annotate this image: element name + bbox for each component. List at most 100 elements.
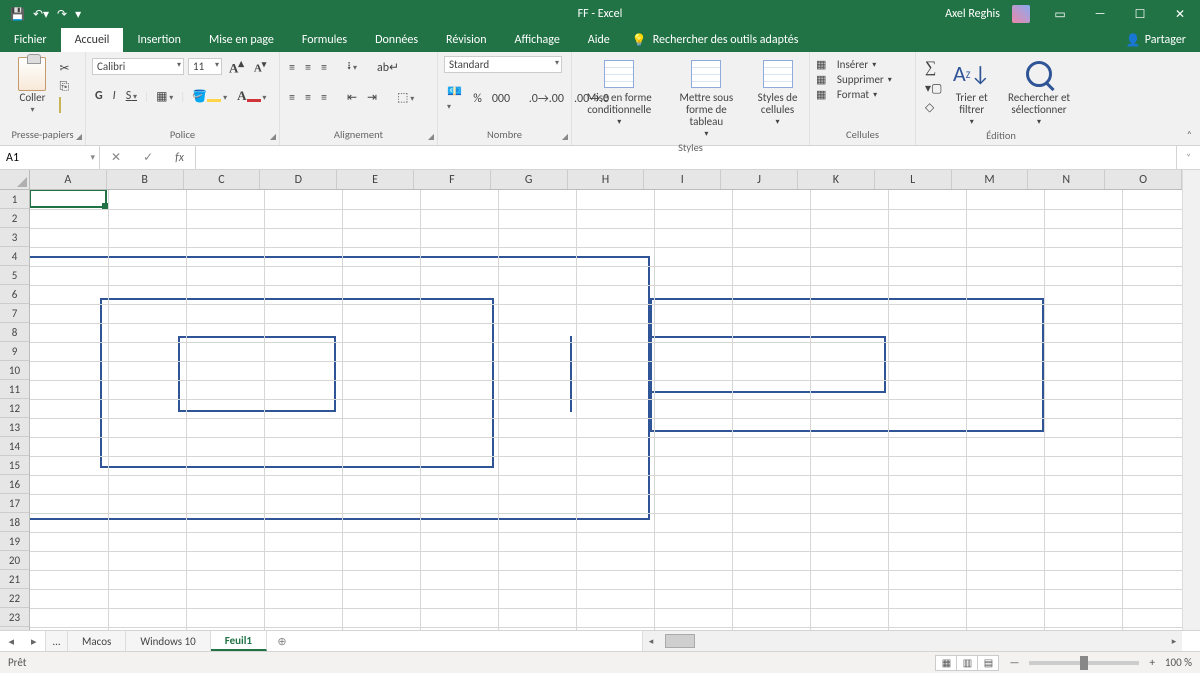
minimize-button[interactable]: —: [1080, 0, 1120, 28]
align-middle-icon[interactable]: ≡: [302, 60, 314, 76]
sheet-next-icon[interactable]: ▸: [31, 635, 37, 648]
sheet-tab-macos[interactable]: Macos: [68, 631, 126, 651]
accounting-format-icon[interactable]: 💶: [444, 83, 466, 114]
zoom-out-icon[interactable]: —: [1009, 656, 1019, 669]
insert-cells-button[interactable]: ▦ Insérer ▾: [816, 58, 876, 71]
fill-icon[interactable]: ▾▢: [922, 80, 945, 97]
ribbon-options-icon[interactable]: ▭: [1040, 0, 1080, 28]
scroll-left-icon[interactable]: ◂: [643, 636, 659, 647]
zoom-in-icon[interactable]: +: [1149, 656, 1154, 669]
copy-icon[interactable]: [56, 79, 72, 95]
page-layout-view-icon[interactable]: ▥: [956, 655, 978, 671]
column-header[interactable]: G: [491, 170, 568, 189]
new-sheet-button[interactable]: ⊕: [267, 631, 297, 651]
row-header[interactable]: 6: [0, 285, 29, 304]
shape-line[interactable]: [570, 336, 572, 412]
orientation-icon[interactable]: ⭭: [344, 56, 360, 79]
redo-icon[interactable]: ↷: [57, 7, 67, 22]
scroll-right-icon[interactable]: ▸: [1166, 636, 1182, 647]
row-header[interactable]: 23: [0, 608, 29, 627]
column-header[interactable]: A: [30, 170, 107, 189]
accept-formula-icon[interactable]: ✓: [143, 150, 153, 165]
percent-format-icon[interactable]: %: [470, 91, 485, 107]
avatar[interactable]: [1012, 5, 1030, 23]
expand-formula-bar-icon[interactable]: ˅: [1176, 146, 1200, 169]
font-color-icon[interactable]: A: [234, 87, 269, 105]
clipboard-launcher-icon[interactable]: ◢: [76, 132, 82, 142]
sort-filter-button[interactable]: AZ↓ Trier et filtrer ▾: [949, 56, 994, 129]
column-header[interactable]: C: [184, 170, 261, 189]
row-header[interactable]: 10: [0, 361, 29, 380]
number-format-combo[interactable]: Standard: [444, 56, 562, 73]
column-header[interactable]: E: [337, 170, 414, 189]
page-break-view-icon[interactable]: ▤: [977, 655, 999, 671]
find-select-button[interactable]: Rechercher et sélectionner ▾: [998, 56, 1080, 129]
align-left-icon[interactable]: ≡: [286, 90, 298, 106]
tab-donnees[interactable]: Données: [361, 28, 432, 52]
close-button[interactable]: ✕: [1160, 0, 1200, 28]
increase-font-icon[interactable]: A▴: [226, 56, 247, 77]
name-box[interactable]: A1: [0, 146, 100, 169]
number-launcher-icon[interactable]: ◢: [562, 132, 568, 142]
maximize-button[interactable]: ☐: [1120, 0, 1160, 28]
cells-area[interactable]: [30, 190, 1182, 630]
merge-center-icon[interactable]: ⬚: [394, 89, 417, 106]
align-center-icon[interactable]: ≡: [302, 90, 314, 106]
row-header[interactable]: 8: [0, 323, 29, 342]
row-header[interactable]: 18: [0, 513, 29, 532]
row-header[interactable]: 21: [0, 570, 29, 589]
sheet-tab-more[interactable]: ...: [46, 631, 68, 651]
conditional-formatting-button[interactable]: Mise en forme conditionnelle ▾: [578, 56, 661, 129]
align-bottom-icon[interactable]: ≡: [318, 60, 330, 76]
wrap-text-icon[interactable]: ab↵: [374, 59, 402, 76]
sheet-nav[interactable]: ◂ ▸: [0, 631, 46, 651]
zoom-level[interactable]: 100 %: [1165, 656, 1192, 669]
fx-icon[interactable]: fx: [175, 151, 184, 165]
shape-rectangle[interactable]: [650, 336, 886, 393]
row-header[interactable]: 3: [0, 228, 29, 247]
column-header[interactable]: N: [1028, 170, 1105, 189]
tab-fichier[interactable]: Fichier: [0, 28, 61, 52]
save-icon[interactable]: 💾: [10, 7, 25, 22]
row-header[interactable]: 16: [0, 475, 29, 494]
column-header[interactable]: M: [952, 170, 1029, 189]
increase-indent-icon[interactable]: ⇥: [364, 89, 380, 106]
row-header[interactable]: 19: [0, 532, 29, 551]
tell-me-search[interactable]: 💡 Rechercher des outils adaptés: [632, 28, 799, 52]
sheet-tab-windows10[interactable]: Windows 10: [126, 631, 210, 651]
row-header[interactable]: 20: [0, 551, 29, 570]
column-header[interactable]: F: [414, 170, 491, 189]
font-name-combo[interactable]: Calibri: [92, 58, 184, 75]
row-header[interactable]: 22: [0, 589, 29, 608]
format-as-table-button[interactable]: Mettre sous forme de tableau ▾: [665, 56, 749, 141]
cell-styles-button[interactable]: Styles de cellules ▾: [752, 56, 803, 129]
row-header[interactable]: 2: [0, 209, 29, 228]
normal-view-icon[interactable]: ▦: [935, 655, 957, 671]
alignment-launcher-icon[interactable]: ◢: [428, 132, 434, 142]
cancel-formula-icon[interactable]: ✕: [111, 150, 121, 165]
decrease-font-icon[interactable]: A▾: [251, 58, 270, 76]
column-header[interactable]: O: [1105, 170, 1182, 189]
row-header[interactable]: 1: [0, 190, 29, 209]
tab-formules[interactable]: Formules: [288, 28, 361, 52]
column-header[interactable]: B: [107, 170, 184, 189]
autosum-icon[interactable]: ∑: [922, 58, 945, 78]
tab-insertion[interactable]: Insertion: [123, 28, 195, 52]
cut-icon[interactable]: [56, 60, 72, 77]
font-launcher-icon[interactable]: ◢: [270, 132, 276, 142]
column-headers[interactable]: ABCDEFGHIJKLMNO: [30, 170, 1182, 190]
row-header[interactable]: 5: [0, 266, 29, 285]
vertical-scrollbar[interactable]: [1182, 170, 1200, 630]
bold-button[interactable]: G: [92, 88, 106, 104]
user-name[interactable]: Axel Reghis: [945, 7, 1000, 21]
align-top-icon[interactable]: ≡: [286, 60, 298, 76]
tab-affichage[interactable]: Affichage: [501, 28, 574, 52]
row-header[interactable]: 14: [0, 437, 29, 456]
row-header[interactable]: 13: [0, 418, 29, 437]
column-header[interactable]: J: [721, 170, 798, 189]
delete-cells-button[interactable]: ▦ Supprimer ▾: [816, 73, 892, 86]
row-header[interactable]: 9: [0, 342, 29, 361]
sheet-tab-feuil1[interactable]: Feuil1: [211, 631, 267, 651]
row-headers[interactable]: 1234567891011121314151617181920212223: [0, 190, 30, 630]
increase-decimal-icon[interactable]: .0→.00: [526, 91, 567, 107]
